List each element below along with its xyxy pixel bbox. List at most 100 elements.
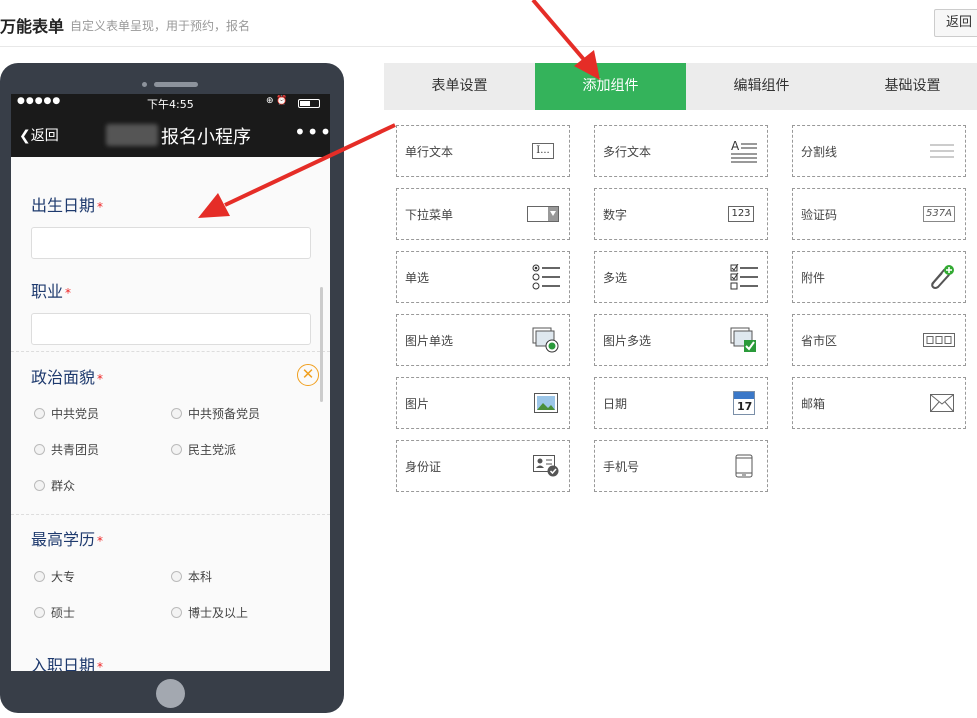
attachment-icon [928,264,956,290]
nav-back-button[interactable]: ❮返回 [19,125,59,145]
mini-program-navbar: ❮返回 报名小程序 ••• [11,112,330,157]
blurred-name [106,124,158,146]
component-single-choice[interactable]: 单选 [396,251,570,303]
image-radio-icon [532,327,560,353]
calendar-header [734,392,754,399]
component-label: 日期 [603,397,628,411]
radio-option[interactable]: 共青团员 [34,441,99,458]
component-multi-line-text[interactable]: 多行文本 A [594,125,768,177]
tab-bar: 表单设置 添加组件 编辑组件 基础设置 [384,63,977,110]
component-image[interactable]: 图片 [396,377,570,429]
phone-screen: ●●●●● 下午4:55 ⊕ ⏰ ❮返回 报名小程序 ••• 出生日期 * 职业 * [11,94,330,671]
radio-option-label: 群众 [51,479,76,493]
component-attachment[interactable]: 附件 [792,251,966,303]
radio-option-label: 民主党派 [188,443,237,457]
component-date[interactable]: 日期 17 [594,377,768,429]
component-divider[interactable]: 分割线 [792,125,966,177]
tab-edit-component[interactable]: 编辑组件 [686,63,837,110]
radio-option[interactable]: 硕士 [34,604,75,621]
radio-option-label: 本科 [188,570,213,584]
birthdate-input[interactable] [31,227,311,259]
component-mobile[interactable]: 手机号 [594,440,768,492]
component-id-card[interactable]: 身份证 [396,440,570,492]
field-label-text: 入职日期 [31,656,96,671]
text-input-icon: I... [526,138,560,164]
radio-option-label: 硕士 [51,606,76,620]
component-label: 单选 [405,271,430,285]
required-mark: * [97,200,104,214]
radio-option[interactable]: 民主党派 [171,441,236,458]
radio-option-label: 中共党员 [51,407,100,421]
field-label-birthdate: 出生日期 * [31,192,103,216]
component-captcha[interactable]: 验证码 537A [792,188,966,240]
component-label: 身份证 [405,460,442,474]
tab-add-component[interactable]: 添加组件 [535,63,686,110]
section-divider [11,514,330,515]
tab-form-settings[interactable]: 表单设置 [384,63,535,110]
alarm-icon: ⊕ ⏰ [266,96,288,106]
component-label: 附件 [801,271,826,285]
component-label: 验证码 [801,208,838,222]
radio-option-label: 大专 [51,570,76,584]
radio-icon [34,408,45,419]
component-label: 下拉菜单 [405,208,454,222]
nav-back-label: 返回 [30,128,59,144]
page-title: 万能表单 [0,17,65,36]
more-icon[interactable]: ••• [294,120,330,144]
required-mark: * [97,534,104,548]
component-number[interactable]: 数字 123 [594,188,768,240]
field-label-education: 最高学历 * [31,526,103,550]
page-subtitle: 自定义表单呈现，用于预约，报名 [70,19,251,33]
radio-option[interactable]: 中共党员 [34,405,99,422]
field-label-text: 最高学历 [31,530,96,549]
captcha-icon: 537A [922,201,956,227]
radio-icon [171,408,182,419]
scrollbar[interactable] [320,287,323,402]
component-image-single-choice[interactable]: 图片单选 [396,314,570,366]
radio-option[interactable]: 中共预备党员 [171,405,260,422]
radio-icon [34,480,45,491]
component-region[interactable]: 省市区 [792,314,966,366]
radio-option[interactable]: 群众 [34,477,75,494]
component-multi-choice[interactable]: 多选 [594,251,768,303]
component-label: 数字 [603,208,628,222]
radio-option[interactable]: 本科 [171,568,212,585]
text-input-icon-label: I... [532,143,554,159]
component-label: 单行文本 [405,145,454,159]
dropdown-icon [526,201,560,227]
component-label: 图片 [405,397,430,411]
component-label: 邮箱 [801,397,826,411]
number-icon: 123 [724,201,758,227]
radio-icon [171,571,182,582]
status-bar: ●●●●● 下午4:55 ⊕ ⏰ [11,94,330,112]
tab-basic-settings[interactable]: 基础设置 [837,63,977,110]
radio-option[interactable]: 博士及以上 [171,604,248,621]
component-image-multi-choice[interactable]: 图片多选 [594,314,768,366]
calendar-icon: 17 [730,390,758,416]
component-label: 手机号 [603,460,640,474]
svg-text:A: A [731,139,740,153]
required-mark: * [65,286,72,300]
chevron-left-icon: ❮ [19,128,31,144]
field-label-hire-date: 入职日期 * [31,652,103,671]
captcha-icon-label: 537A [923,206,955,222]
occupation-input[interactable] [31,313,311,345]
radio-option-label: 共青团员 [51,443,100,457]
field-label-text: 职业 [31,282,64,301]
component-dropdown[interactable]: 下拉菜单 [396,188,570,240]
radio-icon [34,444,45,455]
id-card-icon [532,453,560,479]
component-single-line-text[interactable]: 单行文本 I... [396,125,570,177]
phone-speaker [154,82,198,87]
radio-option[interactable]: 大专 [34,568,75,585]
field-label-text: 出生日期 [31,196,96,215]
back-button[interactable]: 返回 [934,9,977,37]
component-email[interactable]: 邮箱 [792,377,966,429]
phone-camera [142,82,147,87]
delete-field-icon[interactable]: ✕ [297,364,319,386]
field-label-political: 政治面貌 * [31,364,103,388]
divider-icon [928,138,956,164]
required-mark: * [97,660,104,671]
radio-icon [171,607,182,618]
textarea-icon: A [730,138,758,164]
